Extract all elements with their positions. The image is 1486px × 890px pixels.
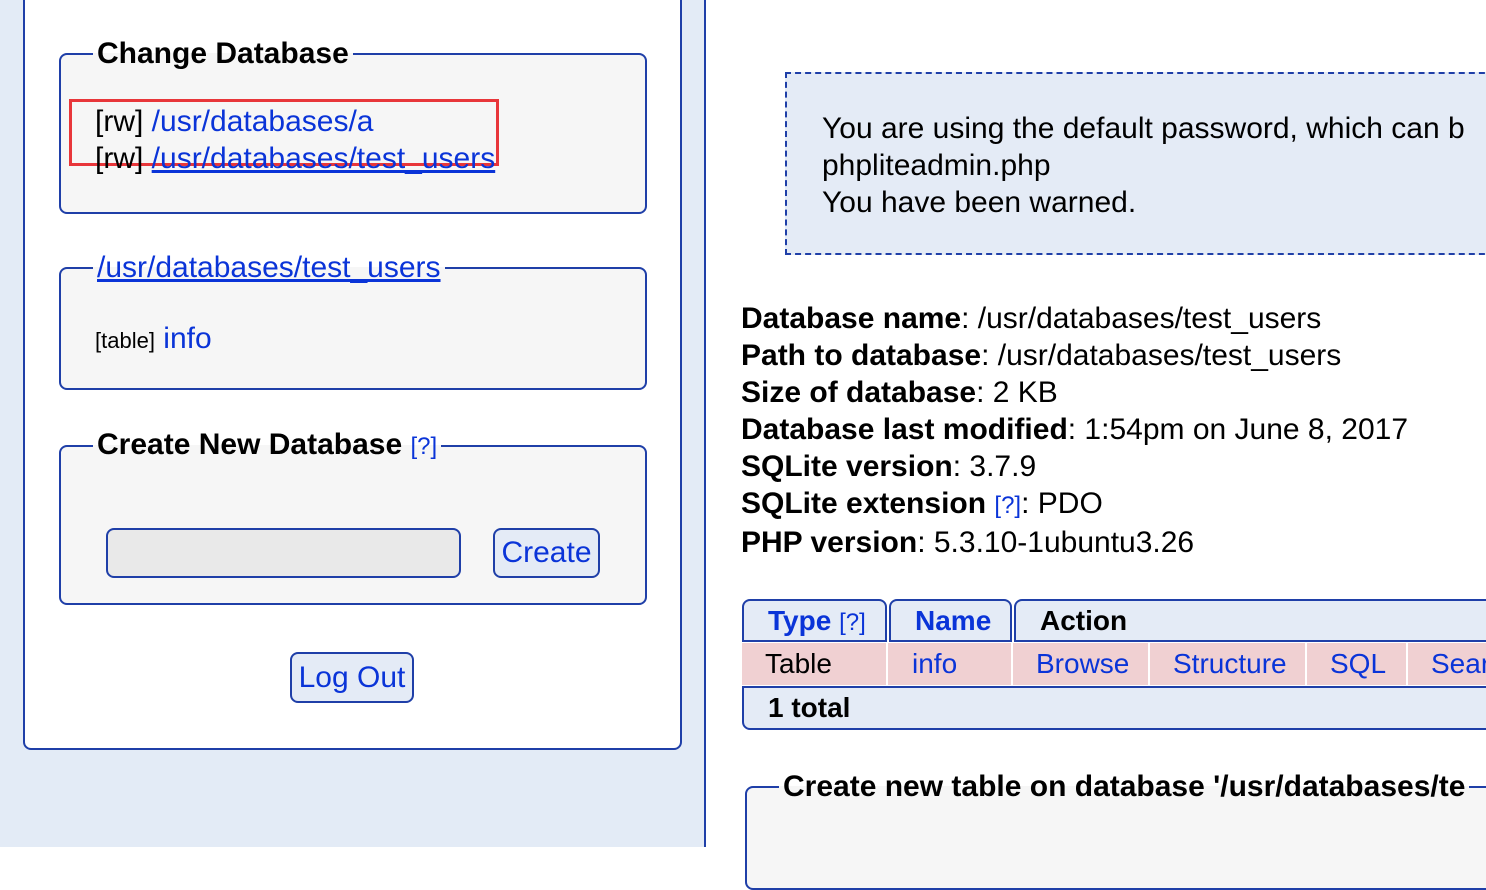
sql-link[interactable]: SQL bbox=[1330, 648, 1386, 679]
row-action-browse: Browse bbox=[1013, 643, 1150, 685]
warning-line-3: You have been warned. bbox=[822, 186, 1137, 219]
info-size: Size of database: 2 KB bbox=[741, 376, 1058, 409]
table-name-link[interactable]: info bbox=[912, 648, 957, 679]
table-item-info: [table] info bbox=[95, 321, 212, 359]
current-database-title-wrap: /usr/databases/test_users bbox=[93, 251, 445, 285]
info-last-modified: Database last modified: 1:54pm on June 8… bbox=[741, 413, 1409, 446]
new-database-name-input[interactable] bbox=[106, 528, 461, 578]
database-item-a: [rw] /usr/databases/a bbox=[95, 104, 373, 140]
sidebar-panel: Change Database [rw] /usr/databases/a [r… bbox=[23, 0, 682, 750]
database-mode: [rw] bbox=[95, 142, 144, 175]
default-password-warning: You are using the default password, whic… bbox=[785, 72, 1486, 255]
create-database-title: Create New Database bbox=[97, 428, 403, 461]
create-table-title: Create new table on database '/usr/datab… bbox=[783, 770, 1466, 803]
info-sqlite-extension: SQLite extension [?]: PDO bbox=[741, 487, 1103, 520]
warning-line-2: phpliteadmin.php bbox=[822, 149, 1051, 182]
create-database-legend: Create New Database [?] bbox=[93, 428, 441, 464]
current-database-fieldset: /usr/databases/test_users [table] info bbox=[59, 251, 647, 390]
sort-by-name-link[interactable]: Name bbox=[915, 605, 991, 636]
sort-by-type-link[interactable]: Type bbox=[768, 605, 831, 636]
create-database-fieldset: Create New Database [?] Create bbox=[59, 428, 647, 605]
row-action-structure: Structure bbox=[1150, 643, 1307, 685]
column-divider bbox=[704, 0, 706, 847]
create-database-help-link[interactable]: [?] bbox=[411, 433, 438, 460]
table-link-info[interactable]: info bbox=[163, 322, 211, 355]
row-name-cell: info bbox=[888, 643, 1013, 685]
change-database-fieldset: Change Database [rw] /usr/databases/a [r… bbox=[59, 37, 647, 214]
row-type-cell: Table bbox=[742, 643, 888, 685]
database-info: Database name: /usr/databases/test_users… bbox=[741, 300, 1408, 561]
logout-button[interactable]: Log Out bbox=[290, 652, 414, 703]
info-sqlite-version: SQLite version: 3.7.9 bbox=[741, 450, 1037, 483]
info-php-version: PHP version: 5.3.10-1ubuntu3.26 bbox=[741, 526, 1195, 559]
column-header-type: Type [?] bbox=[742, 599, 887, 642]
create-database-button[interactable]: Create bbox=[493, 528, 600, 578]
database-link-test-users[interactable]: /usr/databases/test_users bbox=[152, 142, 496, 175]
database-item-test-users: [rw] /usr/databases/test_users bbox=[95, 141, 495, 177]
sqlite-extension-help-link[interactable]: [?] bbox=[994, 492, 1021, 519]
structure-link[interactable]: Structure bbox=[1173, 648, 1287, 679]
create-table-fieldset: Create new table on database '/usr/datab… bbox=[745, 770, 1486, 890]
search-link[interactable]: Sear bbox=[1431, 648, 1486, 679]
change-database-title: Change Database bbox=[97, 37, 349, 70]
warning-line-1: You are using the default password, whic… bbox=[822, 112, 1465, 145]
info-path: Path to database: /usr/databases/test_us… bbox=[741, 339, 1342, 372]
column-header-action: Action bbox=[1014, 599, 1486, 642]
table-type-label: [table] bbox=[95, 328, 155, 353]
tables-total: 1 total bbox=[742, 686, 1486, 730]
browse-link[interactable]: Browse bbox=[1036, 648, 1129, 679]
column-header-name: Name bbox=[889, 599, 1012, 642]
current-database-link[interactable]: /usr/databases/test_users bbox=[97, 251, 441, 284]
info-database-name: Database name: /usr/databases/test_users bbox=[741, 302, 1322, 335]
type-help-link[interactable]: [?] bbox=[839, 609, 866, 636]
row-action-sql: SQL bbox=[1307, 643, 1408, 685]
database-mode: [rw] bbox=[95, 105, 144, 138]
database-link-a[interactable]: /usr/databases/a bbox=[152, 105, 374, 138]
row-action-search: Sear bbox=[1408, 643, 1486, 685]
